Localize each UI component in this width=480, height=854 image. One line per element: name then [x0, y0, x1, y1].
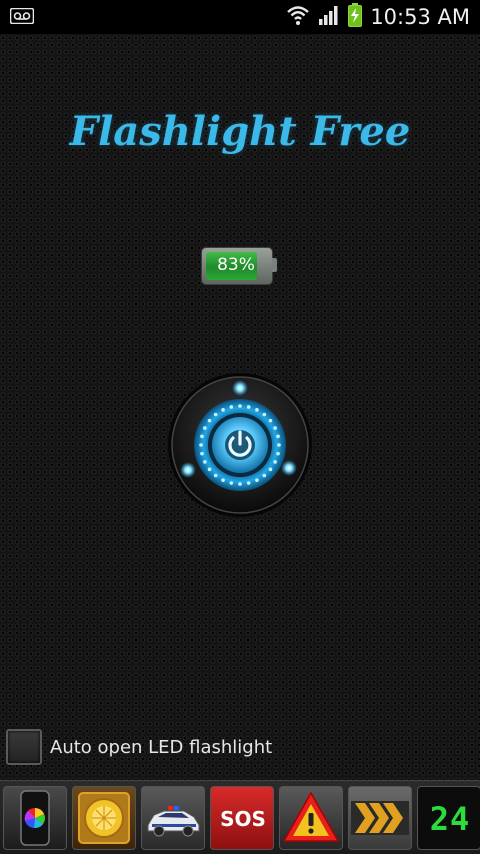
feature-bar: SOS 24 [0, 780, 480, 854]
tile-police-light[interactable] [141, 786, 205, 850]
app-title: Flashlight Free [69, 108, 411, 155]
power-button[interactable] [165, 370, 315, 520]
auto-open-checkbox[interactable] [6, 729, 42, 765]
voicemail-icon [9, 7, 35, 28]
phone-color-wheel-icon [20, 790, 50, 846]
chevrons-icon [351, 801, 409, 835]
auto-open-row[interactable]: Auto open LED flashlight [6, 727, 272, 767]
battery-charging-icon [348, 3, 363, 31]
tile-emergency-lamp[interactable] [72, 786, 136, 850]
battery-indicator: 83% [201, 247, 277, 285]
battery-label: 83% [217, 255, 255, 275]
tile-strobe[interactable] [348, 786, 412, 850]
lamp-icon [78, 792, 130, 844]
flashlight-screen: 10:53 AM Flashlight Free 83% Auto open L… [0, 0, 480, 854]
police-car-icon [147, 806, 200, 837]
digital-clock-icon: 24 [429, 800, 471, 838]
signal-icon [318, 4, 340, 30]
status-time: 10:53 AM [370, 5, 470, 29]
auto-open-label: Auto open LED flashlight [50, 736, 273, 758]
tile-warning[interactable] [279, 786, 343, 850]
wifi-icon [286, 3, 310, 31]
sos-icon: SOS [220, 807, 266, 831]
tile-sos[interactable]: SOS [210, 786, 274, 850]
tile-color-screen[interactable] [3, 786, 67, 850]
battery-cap [272, 258, 277, 272]
status-bar: 10:53 AM [0, 0, 480, 34]
warning-triangle-icon [283, 792, 339, 842]
tile-digital-clock[interactable]: 24 [417, 786, 480, 850]
